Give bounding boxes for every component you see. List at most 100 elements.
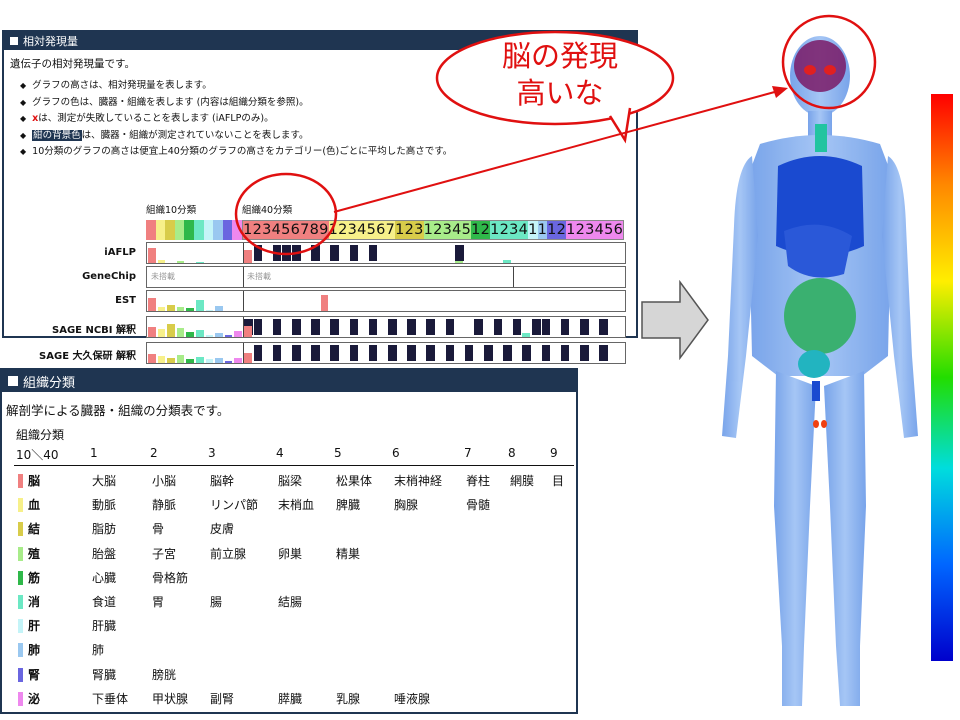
tissue-cell: 脳梁 (278, 474, 303, 488)
not-measured-block (464, 345, 474, 361)
label-tissue-40: 組織40分類 (242, 205, 293, 216)
expression-row-label: iAFLP (104, 247, 136, 258)
tissue-cell: 卵巣 (278, 546, 303, 561)
note-text: は、臓器・組織が測定されていないことを表します。 (81, 129, 309, 141)
category-10-swatch (184, 220, 194, 240)
callout-line-1: 脳の発現 (501, 39, 618, 73)
tissue-cell: 副腎 (210, 691, 235, 706)
category-label: 肝 (28, 619, 41, 634)
not-measured-block (445, 345, 455, 361)
expression-bar-40 (320, 294, 329, 311)
tissue-cell: リンパ節 (210, 498, 259, 513)
tissue-cell: 乳腺 (336, 691, 361, 706)
expression-bar-10 (205, 359, 214, 363)
not-measured-block (349, 319, 359, 335)
table-row: 脳 大脳 小脳 脳幹 脳梁 松果体 末梢神経 脊柱 網膜 目 (16, 470, 572, 492)
category-40-digit: 3 (585, 221, 595, 239)
not-measured-block (455, 245, 464, 261)
expression-bar-10 (148, 247, 156, 263)
category-40-digit: 6 (376, 221, 386, 239)
category-40-digit: 2 (404, 221, 414, 239)
category-40-digit: 4 (357, 221, 367, 239)
expression-bar-10 (176, 261, 185, 263)
column-number: 4 (276, 446, 284, 460)
table-row: 泌 下垂体 甲状腺 副腎 膵臓 乳腺 唾液腺 (16, 688, 572, 710)
expression-color-scale (931, 94, 953, 661)
expression-bar-40 (503, 259, 511, 263)
expression-bar-10 (157, 260, 166, 263)
not-measured-block (388, 319, 397, 335)
note-text: は、測定が失敗していることを表します (iAFLPのみ)。 (38, 113, 274, 124)
category-40-digit: 2 (556, 221, 566, 239)
category-40-digit: 8 (309, 221, 319, 239)
track-divider (243, 267, 244, 287)
category-40-digit: 5 (461, 221, 471, 239)
category-label: 腎 (28, 667, 41, 682)
not-measured-block (311, 345, 320, 361)
tissue-cell: 下垂体 (92, 691, 129, 706)
category-40-digit: 3 (347, 221, 357, 239)
not-measured-block (330, 345, 339, 361)
tissue-cell: 脳幹 (210, 474, 235, 488)
category-40-digit: 1 (528, 221, 538, 239)
expression-row-label: EST (115, 295, 136, 306)
expression-bar-40 (244, 353, 252, 363)
expression-bar-10 (196, 262, 204, 263)
not-measured-block (599, 319, 608, 335)
not-measured-block (426, 345, 435, 361)
not-measured-block (292, 245, 301, 261)
expression-track (146, 316, 626, 338)
category-40-digit: 5 (604, 221, 614, 239)
category-10-swatch (203, 220, 214, 240)
tissue-cell: 膀胱 (152, 667, 177, 682)
expression-bar-10 (196, 329, 204, 337)
expression-track (146, 290, 626, 312)
category-color-swatch (18, 667, 23, 682)
table-row: 殖 胎盤 子宮 前立腺 卵巣 精巣 (16, 543, 572, 565)
category-10-swatch (155, 220, 166, 240)
table-header-sub: 10＼40 (16, 448, 59, 462)
column-number: 1 (90, 446, 98, 460)
panel-title: 組織分類 (23, 375, 76, 391)
category-40-digit: 1 (547, 221, 557, 239)
table-row: 肺肺 (16, 639, 572, 661)
table-row: 消 食道 胃 腸 結腸 (16, 591, 572, 613)
category-40-digit: 1 (328, 221, 338, 239)
tissue-cell: 骨格筋 (152, 570, 189, 585)
navy-background-sample: 紺の背景色 (32, 129, 82, 141)
tissue-cell: 小脳 (152, 474, 177, 488)
expression-bar-10 (176, 328, 185, 337)
tissue-cell: 精巣 (336, 546, 361, 561)
category-label: 消 (28, 595, 41, 609)
category-label: 脳 (28, 474, 41, 488)
category-40-digit: 1 (243, 221, 253, 239)
callout-text: 脳の発現 高いな (480, 38, 640, 112)
column-number: 9 (550, 446, 558, 460)
not-measured-block (560, 319, 570, 335)
tissue-cell: 胃 (152, 595, 165, 609)
expression-bar-10 (148, 354, 156, 363)
category-label: 筋 (28, 570, 41, 585)
category-40-digit: 7 (385, 221, 395, 239)
category-10-swatch (165, 220, 175, 240)
category-label: 肺 (28, 643, 41, 658)
tissue-cell: 胎盤 (92, 546, 117, 561)
expression-bar-10 (176, 354, 185, 363)
not-measured-block (484, 345, 493, 361)
not-measured-block (272, 319, 282, 335)
column-number: 3 (208, 446, 216, 460)
tissue-cell: 大脳 (92, 474, 117, 488)
table-row: 肝 肝臓 (16, 615, 572, 637)
column-number: 8 (508, 446, 516, 460)
not-measured-block (407, 345, 416, 361)
category-40-digit: 1 (423, 221, 433, 239)
not-measured-block (253, 319, 263, 335)
expression-bar-40 (455, 260, 463, 263)
tissue-cell: 腎臓 (92, 667, 117, 682)
tissue-cell: 末梢血 (278, 498, 315, 513)
category-40-digit: 4 (594, 221, 604, 239)
not-measured-block (512, 319, 522, 335)
tissue-cell: 唾液腺 (394, 691, 431, 706)
category-40-digit: 5 (366, 221, 376, 239)
tissue-cell: 前立腺 (210, 546, 247, 561)
